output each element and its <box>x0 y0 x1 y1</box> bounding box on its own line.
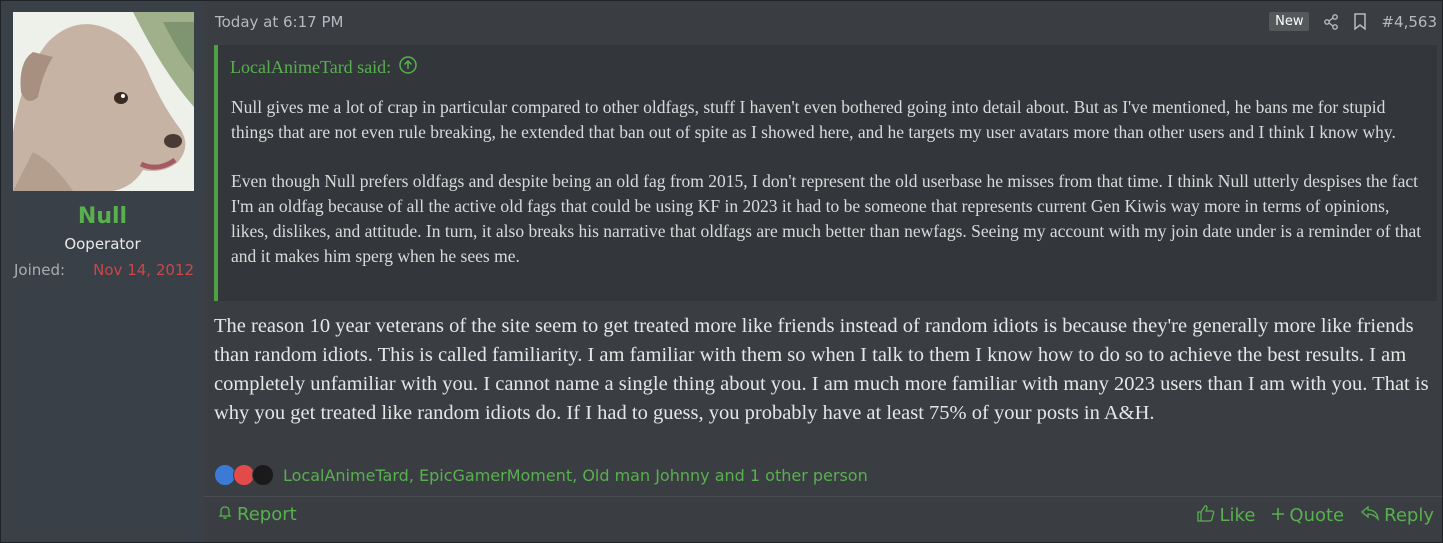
reactions-bar[interactable]: LocalAnimeTard, EpicGamerMoment, Old man… <box>214 464 868 486</box>
share-icon[interactable] <box>1323 13 1339 30</box>
reply-label: Reply <box>1384 505 1434 526</box>
user-title: Ooperator <box>64 235 141 253</box>
avatar[interactable] <box>13 12 194 191</box>
arrow-up-circle-icon[interactable] <box>399 56 417 79</box>
thumbs-up-icon <box>1196 504 1216 527</box>
quote-button[interactable]: Quote <box>1271 505 1344 526</box>
quote-paragraph: Even though Null prefers oldfags and des… <box>231 171 1422 266</box>
like-label: Like <box>1219 505 1256 526</box>
report-button[interactable]: Report <box>217 504 297 525</box>
top-hat-icon <box>252 464 274 486</box>
post-meta: New #4,563 <box>1269 12 1437 31</box>
joined-label: Joined: <box>14 261 66 279</box>
reply-button[interactable]: Reply <box>1360 505 1434 526</box>
joined-date: Nov 14, 2012 <box>93 261 194 279</box>
quote-header[interactable]: LocalAnimeTard said: <box>230 56 417 79</box>
username[interactable]: Null <box>1 204 204 229</box>
like-button[interactable]: Like <box>1196 504 1256 527</box>
report-label: Report <box>237 504 297 525</box>
plus-icon <box>1271 505 1285 526</box>
quote-paragraph: Null gives me a lot of crap in particula… <box>231 97 1396 142</box>
post-number[interactable]: #4,563 <box>1381 13 1437 31</box>
post-message: The reason 10 year veterans of the site … <box>214 315 1429 424</box>
reply-arrow-icon <box>1360 505 1380 526</box>
quote-label: Quote <box>1289 505 1345 526</box>
quote-author[interactable]: LocalAnimeTard said: <box>230 57 391 78</box>
post-actions: Like Quote Reply <box>1196 504 1434 527</box>
bell-icon <box>217 504 233 525</box>
quote-body: Null gives me a lot of crap in particula… <box>231 95 1431 293</box>
quote-block: LocalAnimeTard said: Null gives me a lot… <box>214 45 1437 301</box>
bookmark-icon[interactable] <box>1353 13 1367 30</box>
footer-divider <box>204 496 1442 497</box>
forum-post: Null Ooperator Joined: Nov 14, 2012 Toda… <box>0 0 1443 543</box>
post-timestamp[interactable]: Today at 6:17 PM <box>215 13 343 31</box>
user-sidebar: Null Ooperator Joined: Nov 14, 2012 <box>1 1 204 542</box>
new-badge: New <box>1269 12 1310 31</box>
reaction-names[interactable]: LocalAnimeTard, EpicGamerMoment, Old man… <box>283 466 868 485</box>
reaction-icons <box>214 464 274 486</box>
post-main: Today at 6:17 PM New #4,563 LocalAnimeTa… <box>204 1 1442 542</box>
